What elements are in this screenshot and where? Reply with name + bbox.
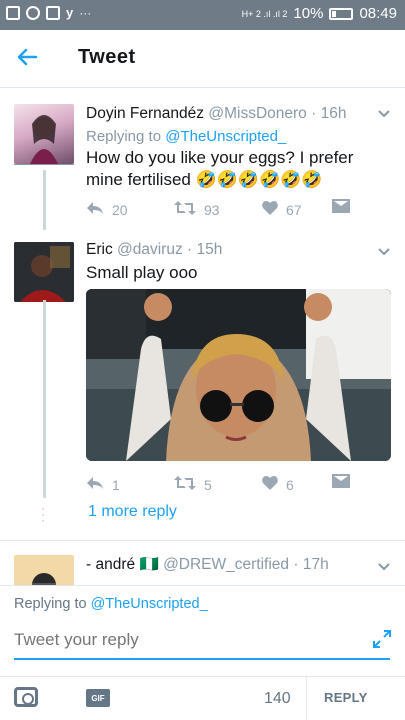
reply-icon: [86, 474, 104, 495]
battery-icon: [329, 7, 354, 20]
author-name[interactable]: Doyin Fernandéz: [86, 105, 204, 122]
clock: 08:49: [359, 5, 397, 22]
meta-separator: ·: [187, 241, 193, 258]
like-count: 67: [286, 201, 302, 218]
retweet-action[interactable]: 5: [174, 474, 262, 495]
reply-input[interactable]: [14, 630, 390, 660]
timestamp: 15h: [196, 241, 223, 258]
heart-icon: [262, 199, 278, 220]
app-header: Tweet: [0, 30, 405, 88]
avatar-underline: [14, 164, 74, 165]
reply-action[interactable]: 20: [86, 199, 174, 220]
timestamp: 17h: [302, 556, 329, 573]
retweet-icon: [174, 199, 196, 220]
tweet-photo[interactable]: [86, 289, 391, 461]
tweet-text: How do you like your eggs? I prefer mine…: [86, 148, 354, 189]
tweet-actions: 1 5 6: [86, 474, 356, 495]
reply-button[interactable]: REPLY: [324, 690, 368, 705]
chevron-down-icon[interactable]: [377, 559, 391, 573]
author-handle[interactable]: @DREW_certified: [163, 556, 289, 573]
reply-count: 20: [112, 201, 128, 218]
author-handle[interactable]: @daviruz: [117, 241, 183, 258]
twitter-notification-icon: y: [66, 5, 74, 20]
thread-dots: · · ·: [41, 501, 45, 527]
reply-count: 1: [112, 476, 120, 493]
tweet-meta: Doyin Fernandéz @MissDonero · 16h: [86, 104, 391, 124]
notification-icons: y ···: [6, 6, 91, 20]
avatar[interactable]: [14, 242, 74, 302]
retweet-icon: [174, 474, 196, 495]
composer-toolbar: GIF 140 REPLY: [0, 676, 405, 720]
gallery-notification-icon: [6, 6, 20, 20]
tweet-meta: - andré 🇳🇬 @DREW_certified · 17h: [86, 555, 391, 575]
signal-icon: H+ 2 .ıl .ıl 2: [241, 8, 288, 19]
tweet-actions: 20 93 67: [86, 199, 356, 220]
dm-icon[interactable]: [332, 474, 350, 493]
meta-separator: ·: [311, 105, 317, 122]
more-replies-link[interactable]: 1 more reply: [88, 503, 177, 521]
gif-icon[interactable]: GIF: [86, 689, 110, 707]
camera-icon[interactable]: [14, 687, 38, 707]
flag-emoji: 🇳🇬: [139, 556, 159, 573]
toolbar-divider: [306, 677, 307, 720]
avatar[interactable]: [14, 555, 74, 585]
timestamp: 16h: [320, 105, 347, 122]
more-notifications-icon: ···: [79, 6, 92, 20]
tweet-item[interactable]: - andré 🇳🇬 @DREW_certified · 17h: [0, 541, 405, 585]
replying-to: Replying to @TheUnscripted_: [86, 128, 391, 145]
meta-separator: ·: [293, 556, 299, 573]
author-name[interactable]: Eric: [86, 241, 113, 258]
dm-icon[interactable]: [332, 199, 350, 218]
author-name[interactable]: - andré: [86, 556, 135, 573]
replying-handle[interactable]: @TheUnscripted_: [165, 128, 286, 145]
retweet-count: 93: [204, 201, 220, 218]
chevron-down-icon[interactable]: [377, 244, 391, 258]
chevron-down-icon[interactable]: [377, 106, 391, 120]
reply-icon: [86, 199, 104, 220]
composer-replying-handle[interactable]: @TheUnscripted_: [91, 596, 208, 612]
battery-percent: 10%: [293, 5, 324, 22]
tweet-item[interactable]: Doyin Fernandéz @MissDonero · 16h Replyi…: [0, 88, 405, 228]
expand-icon[interactable]: [373, 630, 391, 653]
reply-action[interactable]: 1: [86, 474, 174, 495]
retweet-count: 5: [204, 476, 212, 493]
status-bar: y ··· H+ 2 .ıl .ıl 2 10% 08:49: [0, 0, 405, 30]
tweet-meta: Eric @daviruz · 15h: [86, 240, 391, 260]
message-notification-icon: [46, 6, 60, 20]
avatar[interactable]: [14, 104, 74, 164]
tweet-text: Small play ooo: [86, 263, 198, 282]
system-status: H+ 2 .ıl .ıl 2 10% 08:49: [242, 5, 397, 22]
heart-icon: [262, 474, 278, 495]
composer-replying-to: Replying to @TheUnscripted_: [14, 596, 208, 612]
reply-composer: Replying to @TheUnscripted_ GIF 140 REPL…: [0, 585, 405, 720]
char-count: 140: [264, 690, 291, 707]
page-title: Tweet: [78, 46, 136, 68]
back-arrow-icon[interactable]: [14, 44, 40, 70]
whatsapp-notification-icon: [26, 6, 40, 20]
author-handle[interactable]: @MissDonero: [208, 105, 306, 122]
replying-label: Replying to: [86, 128, 162, 145]
thread-line: [43, 170, 46, 230]
retweet-action[interactable]: 93: [174, 199, 262, 220]
like-count: 6: [286, 476, 294, 493]
composer-replying-label: Replying to: [14, 596, 87, 612]
thread-line: [43, 300, 46, 498]
